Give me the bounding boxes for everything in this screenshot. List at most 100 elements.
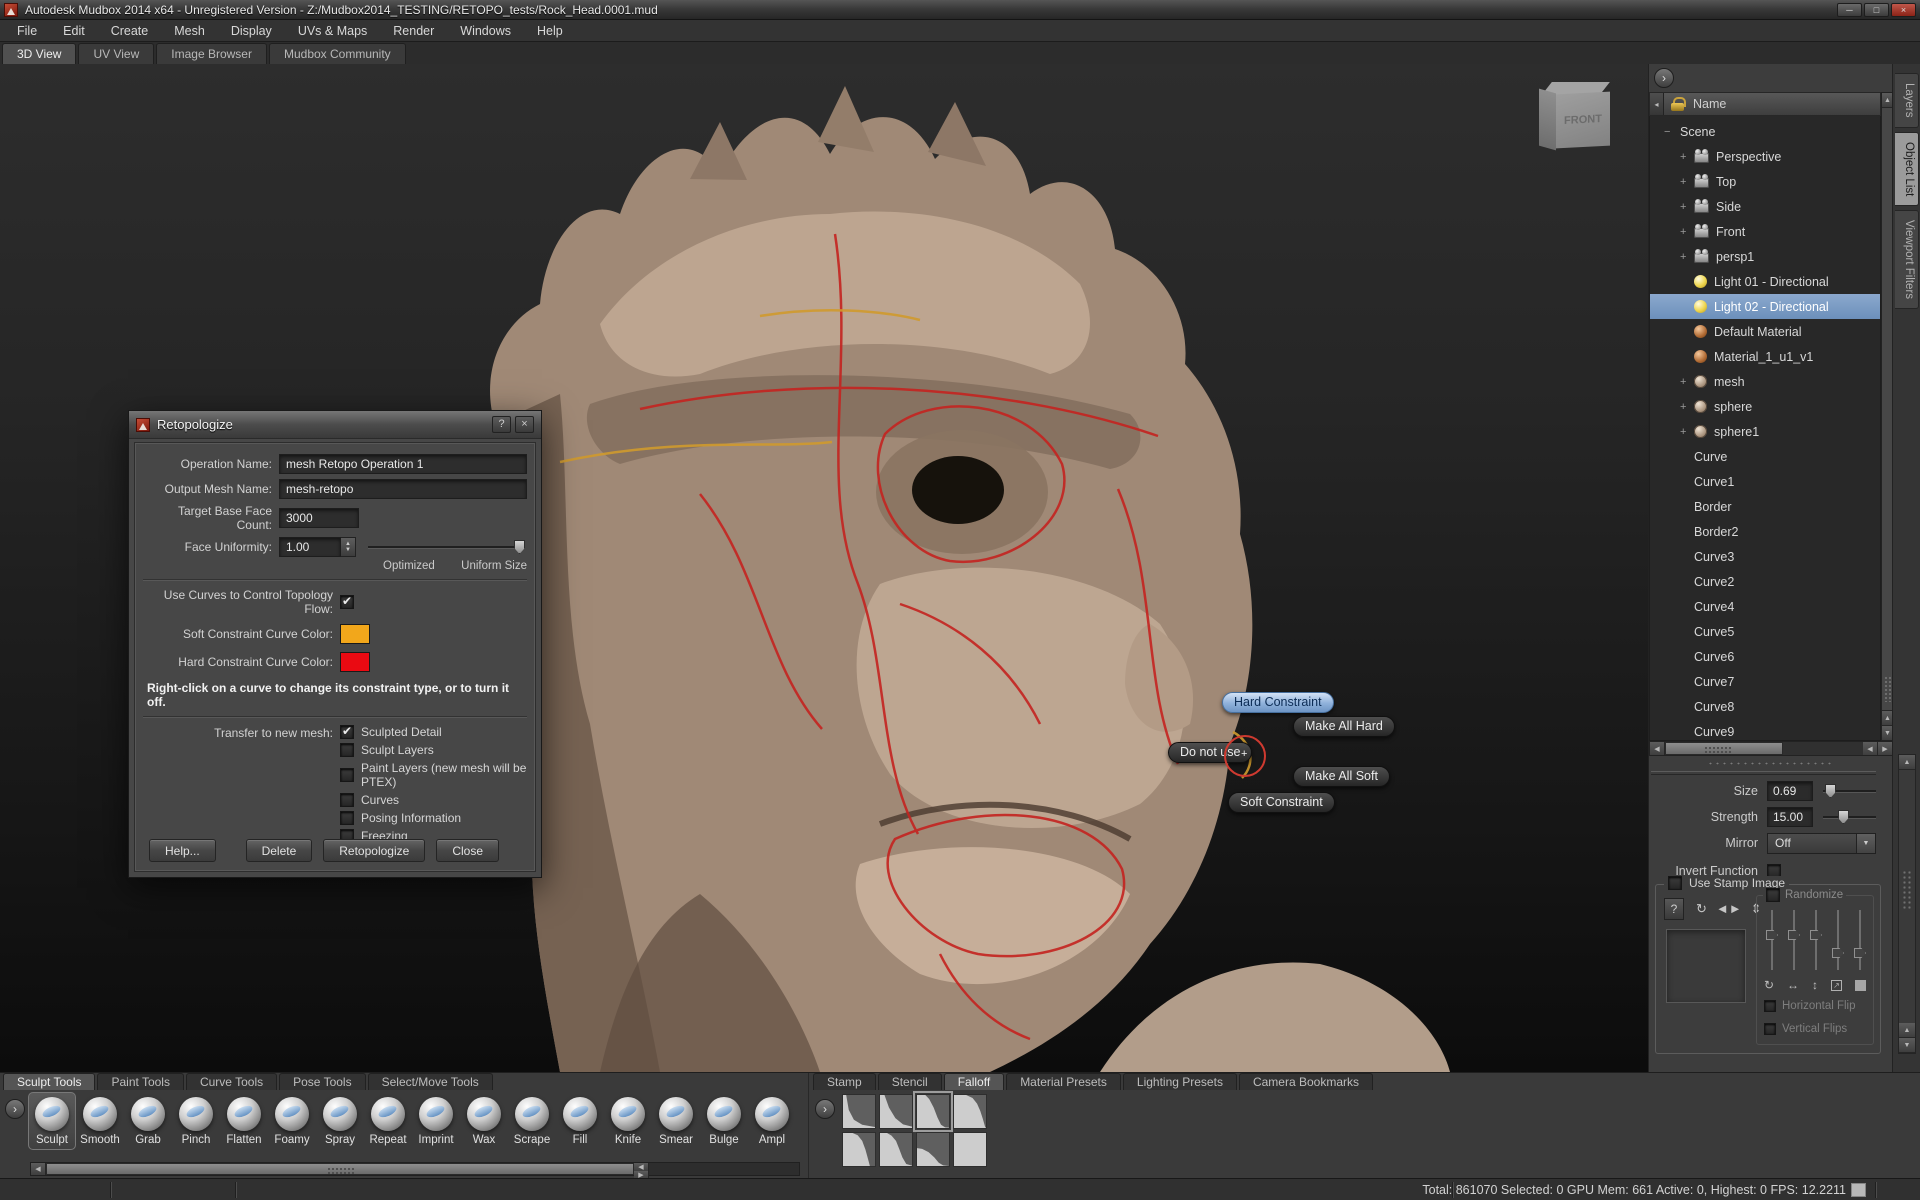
tool-button[interactable]: Grab xyxy=(124,1092,172,1150)
falloff-preset[interactable] xyxy=(953,1132,987,1167)
expand-icon[interactable] xyxy=(1680,251,1690,263)
tree-item[interactable]: Front xyxy=(1650,219,1880,244)
randomize-slider[interactable] xyxy=(1854,910,1866,970)
scrollbar-thumb[interactable] xyxy=(46,1163,634,1175)
tree-item[interactable]: Curve7 xyxy=(1650,669,1880,694)
slider-handle[interactable] xyxy=(1854,948,1866,958)
menu-item[interactable]: Help xyxy=(524,21,576,41)
size-input[interactable]: 0.69 xyxy=(1767,781,1813,801)
preset-tab[interactable]: Falloff xyxy=(944,1073,1004,1090)
scroll-up-icon[interactable]: ▲ xyxy=(1899,1023,1915,1038)
tree-item[interactable]: Curve8 xyxy=(1650,694,1880,719)
retopologize-button[interactable]: Retopologize xyxy=(323,839,425,862)
output-mesh-name-input[interactable]: mesh-retopo xyxy=(279,479,527,499)
tool-button[interactable]: Pinch xyxy=(172,1092,220,1150)
scroll-left-icon[interactable]: ◀ xyxy=(31,1163,46,1175)
vertical-flip-checkbox[interactable] xyxy=(1764,1023,1776,1035)
transfer-option[interactable]: Posing Information xyxy=(340,811,527,825)
side-tab[interactable]: Viewport Filters xyxy=(1895,210,1919,309)
menu-item[interactable]: UVs & Maps xyxy=(285,21,380,41)
transfer-option[interactable]: Sculpt Layers xyxy=(340,743,527,757)
tools-scrollbar[interactable]: ◀ ◀ ▶ xyxy=(30,1162,800,1176)
view-tab[interactable]: 3D View xyxy=(2,43,76,64)
falloff-preset[interactable] xyxy=(916,1094,950,1129)
menu-item-make-all-hard[interactable]: Make All Hard xyxy=(1293,716,1395,737)
preset-expand-button[interactable]: › xyxy=(815,1099,835,1119)
preset-tab[interactable]: Material Presets xyxy=(1006,1073,1121,1090)
tree-item[interactable]: sphere1 xyxy=(1650,419,1880,444)
horizontal-tile-icon[interactable]: ◄► xyxy=(1716,901,1742,917)
tool-button[interactable]: Fill xyxy=(556,1092,604,1150)
close-button[interactable]: × xyxy=(1891,3,1916,17)
strength-input[interactable]: 15.00 xyxy=(1767,807,1813,827)
randomize-checkbox[interactable] xyxy=(1766,888,1780,902)
tree-item[interactable]: mesh xyxy=(1650,369,1880,394)
scroll-left-icon[interactable]: ◀ xyxy=(1650,742,1665,755)
transfer-checkbox[interactable] xyxy=(340,725,354,739)
slider-handle[interactable] xyxy=(1825,784,1836,798)
tree-item[interactable]: persp1 xyxy=(1650,244,1880,269)
preset-tab[interactable]: Camera Bookmarks xyxy=(1239,1073,1373,1090)
tree-item[interactable]: Curve xyxy=(1650,444,1880,469)
soft-constraint-color-swatch[interactable] xyxy=(340,624,370,644)
transfer-option[interactable]: Sculpted Detail xyxy=(340,725,527,739)
hard-constraint-color-swatch[interactable] xyxy=(340,652,370,672)
tool-button[interactable]: Imprint xyxy=(412,1092,460,1150)
view-tab[interactable]: Mudbox Community xyxy=(269,43,406,64)
collapse-icon[interactable] xyxy=(1664,126,1674,138)
tree-item[interactable]: Border2 xyxy=(1650,519,1880,544)
preset-tab[interactable]: Stencil xyxy=(878,1073,942,1090)
tool-tab[interactable]: Sculpt Tools xyxy=(3,1073,95,1090)
tree-item[interactable]: Curve2 xyxy=(1650,569,1880,594)
lock-icon[interactable] xyxy=(1671,97,1684,111)
scroll-right-icon[interactable]: ▶ xyxy=(1878,742,1893,755)
preset-tab[interactable]: Stamp xyxy=(813,1073,876,1090)
use-stamp-image-checkbox[interactable] xyxy=(1668,876,1682,890)
face-uniformity-slider[interactable] xyxy=(368,537,525,557)
slider-handle[interactable] xyxy=(1838,810,1849,824)
transfer-checkbox[interactable] xyxy=(340,768,354,782)
chevron-down-icon[interactable]: ▼ xyxy=(1856,834,1875,853)
tool-tab[interactable]: Pose Tools xyxy=(279,1073,365,1090)
rotate-icon[interactable]: ↻ xyxy=(1696,901,1707,917)
slider-handle[interactable] xyxy=(514,540,525,554)
transfer-checkbox[interactable] xyxy=(340,811,354,825)
tree-item[interactable]: Top xyxy=(1650,169,1880,194)
stamp-browse-button[interactable]: ? xyxy=(1664,898,1684,920)
maximize-button[interactable]: □ xyxy=(1864,3,1889,17)
view-tab[interactable]: Image Browser xyxy=(156,43,267,64)
horizontal-flip-checkbox[interactable] xyxy=(1764,1000,1776,1012)
falloff-preset[interactable] xyxy=(953,1094,987,1129)
scroll-left-icon[interactable]: ◀ xyxy=(634,1163,649,1171)
dialog-close-icon[interactable]: × xyxy=(515,416,534,433)
transfer-option[interactable]: Paint Layers (new mesh will be PTEX) xyxy=(340,761,527,789)
face-uniformity-spinner[interactable]: ▲▼ xyxy=(341,537,356,557)
properties-scrollbar[interactable]: ▲ ▲ ▼ xyxy=(1898,754,1916,1054)
scroll-left-icon[interactable]: ◀ xyxy=(1863,742,1878,755)
scroll-left-icon[interactable]: ◂ xyxy=(1650,93,1664,115)
view-cube[interactable]: FRONT xyxy=(1532,76,1622,156)
tool-button[interactable]: Repeat xyxy=(364,1092,412,1150)
side-tab[interactable]: Layers xyxy=(1895,73,1919,128)
use-curves-checkbox[interactable] xyxy=(340,595,354,609)
face-uniformity-input[interactable]: 1.00 xyxy=(279,537,341,557)
randomize-slider[interactable] xyxy=(1766,910,1778,970)
tree-item[interactable]: Curve6 xyxy=(1650,644,1880,669)
falloff-preset[interactable] xyxy=(842,1132,876,1167)
side-tab[interactable]: Object List xyxy=(1895,132,1919,206)
tree-item[interactable]: Perspective xyxy=(1650,144,1880,169)
size-slider[interactable] xyxy=(1823,781,1876,801)
falloff-preset[interactable] xyxy=(842,1094,876,1129)
falloff-preset[interactable] xyxy=(916,1132,950,1167)
menu-item[interactable]: Display xyxy=(218,21,285,41)
transfer-checkbox[interactable] xyxy=(340,793,354,807)
menu-item-make-all-soft[interactable]: Make All Soft xyxy=(1293,766,1390,787)
tool-tab[interactable]: Select/Move Tools xyxy=(368,1073,493,1090)
tool-button[interactable]: Knife xyxy=(604,1092,652,1150)
tool-button[interactable]: Wax xyxy=(460,1092,508,1150)
slider-handle[interactable] xyxy=(1810,930,1822,940)
minimize-button[interactable]: ─ xyxy=(1837,3,1862,17)
panel-collapse-button[interactable]: › xyxy=(1654,68,1674,88)
tree-item[interactable]: Curve3 xyxy=(1650,544,1880,569)
expand-icon[interactable] xyxy=(1680,226,1690,238)
